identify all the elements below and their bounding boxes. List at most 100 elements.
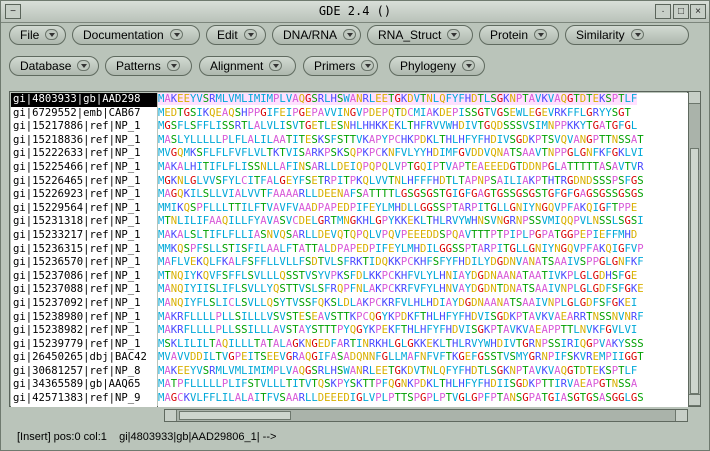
sequence-row[interactable]: MGSFLSFFLISSRTLALVLISVTGETLESNHLHHKKEKLT… bbox=[158, 120, 688, 134]
sequence-row[interactable]: MAKALHITIFLFLISSNLLAFINSARLLDEIQPQPQLVPT… bbox=[158, 161, 688, 175]
horizontal-scroll-thumb[interactable] bbox=[179, 411, 291, 420]
sequence-row[interactable]: MEDTGSIKQEAQSHPPGIFEIPGEPAVVINGVPDEPQTDC… bbox=[158, 107, 688, 121]
maximize-button[interactable]: □ bbox=[673, 4, 689, 19]
scroll-left-arrow-icon[interactable] bbox=[165, 410, 177, 421]
sequence-panel: gi|4803933|gb|AAD298 gi|6729552|emb|CAB67… bbox=[9, 91, 688, 407]
minimize-button[interactable]: · bbox=[655, 4, 671, 19]
title-bar[interactable]: − GDE 2.4 () · □ × bbox=[1, 1, 709, 23]
vertical-scroll-thumb[interactable] bbox=[690, 148, 699, 394]
sequence-name-list[interactable]: gi|4803933|gb|AAD298 gi|6729552|emb|CAB67… bbox=[11, 93, 157, 407]
sequence-name-row[interactable]: gi|15237092|ref|NP_1 bbox=[11, 297, 157, 311]
sequence-row[interactable]: MAKRFLLLLPLLSILLLVSVSTESEAVSTTKPCQGYKPDK… bbox=[158, 311, 688, 325]
sequence-row[interactable]: MTNQIYKQVFSFFLSVLLLQSSTVSYVPKSFDLKKPCKHF… bbox=[158, 270, 688, 284]
sequence-row[interactable]: MAGQKILSLLVIALVVTFAAAARLLDEENAFSATTTTLGS… bbox=[158, 188, 688, 202]
sequence-name-row[interactable]: gi|15238980|ref|NP_1 bbox=[11, 311, 157, 325]
menu-label: Alignment bbox=[210, 59, 264, 73]
dropdown-arrow-icon bbox=[462, 60, 476, 72]
sequence-name-row[interactable]: gi|15236570|ref|NP_1 bbox=[11, 256, 157, 270]
maximize-icon: □ bbox=[677, 6, 685, 17]
dropdown-arrow-icon bbox=[343, 29, 357, 41]
scroll-down-arrow-icon[interactable] bbox=[689, 394, 700, 406]
menu-label: Similarity bbox=[576, 28, 625, 42]
vertical-scrollbar[interactable] bbox=[688, 91, 701, 407]
menu-dna-rna[interactable]: DNA/RNA bbox=[272, 25, 361, 45]
sequence-name-row[interactable]: gi|15238982|ref|NP_1 bbox=[11, 324, 157, 338]
sequence-row[interactable]: MASLYLLLLLPLFLALILAATITESKSFSTTVKAPYPCHK… bbox=[158, 134, 688, 148]
minimize-icon: · bbox=[661, 6, 665, 17]
sequence-row[interactable]: MVAVVDDILTVGPEITSEEVGRAQGIFASADQNNFGLLMA… bbox=[158, 351, 688, 365]
dropdown-arrow-icon bbox=[45, 29, 59, 41]
dropdown-arrow-icon bbox=[169, 29, 183, 41]
sequence-row[interactable]: MMIKQSPFLLLTTILFTVAVFVAADPAPEDPIFEYLMHDL… bbox=[158, 202, 688, 216]
menu-alignment[interactable]: Alignment bbox=[199, 56, 296, 76]
sequence-name-row[interactable]: gi|4803933|gb|AAD298 bbox=[11, 93, 157, 107]
menu-documentation[interactable]: Documentation bbox=[72, 25, 200, 45]
sequence-name-row[interactable]: gi|15236315|ref|NP_1 bbox=[11, 243, 157, 257]
sequence-name-row[interactable]: gi|79350149|ref|NP_1 bbox=[11, 406, 157, 407]
menu-label: Database bbox=[20, 59, 72, 73]
sequence-name-row[interactable]: gi|15229564|ref|NP_1 bbox=[11, 202, 157, 216]
menu-label: Documentation bbox=[83, 28, 164, 42]
dropdown-arrow-icon bbox=[269, 60, 283, 72]
close-icon: × bbox=[695, 6, 701, 17]
sequence-row[interactable]: MATPFLLLLLPLIFSTVLLLTITVTQSKPYSKTTPFQGNK… bbox=[158, 378, 688, 392]
horizontal-scrollbar[interactable] bbox=[164, 409, 688, 422]
dropdown-arrow-icon bbox=[447, 29, 461, 41]
status-bar: [Insert] pos:0 col:1 gi|4803933|gb|AAD29… bbox=[17, 431, 277, 443]
window-title: GDE 2.4 () bbox=[318, 4, 392, 18]
sequence-name-row[interactable]: gi|15226465|ref|NP_1 bbox=[11, 175, 157, 189]
menu-protein[interactable]: Protein bbox=[479, 25, 559, 45]
sequence-row[interactable]: MGKNLGLVVSFYLCITFALGEYFSETRPITPKQLVVTNLH… bbox=[158, 175, 688, 189]
sequence-name-row[interactable]: gi|15217886|ref|NP_1 bbox=[11, 120, 157, 134]
sequence-row[interactable]: MTNLILIFAAQILLFYAVASVCDELGRTMNGKHLGPYKKE… bbox=[158, 215, 688, 229]
sequence-row[interactable]: MLQITNMATPFLLLLLPLIFSTVLLLTITVTQSKPYSKTT… bbox=[158, 406, 688, 407]
sequence-name-row[interactable]: gi|15231318|ref|NP_1 bbox=[11, 215, 157, 229]
sequence-name-row[interactable]: gi|15226923|ref|NP_1 bbox=[11, 188, 157, 202]
sequence-name-row[interactable]: gi|15237086|ref|NP_1 bbox=[11, 270, 157, 284]
dropdown-arrow-icon bbox=[361, 60, 375, 72]
sequence-row[interactable]: MAFLVEKQLFKALFSFFLLVLLFSDTVLSFRKTIDQKKPC… bbox=[158, 256, 688, 270]
sequence-name-row[interactable]: gi|15222633|ref|NP_1 bbox=[11, 147, 157, 161]
sequence-name-row[interactable]: gi|34365589|gb|AAQ65 bbox=[11, 378, 157, 392]
sequence-row[interactable]: MANQIYFLSLICLSVLLQSYTVSSFQKSLDLAKPCKRFVL… bbox=[158, 297, 688, 311]
sequence-name-row[interactable]: gi|6729552|emb|CAB67 bbox=[11, 107, 157, 121]
menu-rna-struct[interactable]: RNA_Struct bbox=[367, 25, 473, 45]
sequence-name-row[interactable]: gi|15237088|ref|NP_1 bbox=[11, 283, 157, 297]
dropdown-arrow-icon bbox=[534, 29, 548, 41]
dropdown-arrow-icon bbox=[243, 29, 257, 41]
dropdown-arrow-icon bbox=[77, 60, 91, 72]
menu-phylogeny[interactable]: Phylogeny bbox=[389, 56, 485, 76]
gde-window: − GDE 2.4 () · □ × File Documentation Edit… bbox=[0, 0, 710, 451]
sequence-row[interactable]: MAKEEYVSRMLVMLIMIMPLVAQGSRLHSWANRLEETGKD… bbox=[158, 93, 688, 107]
sequence-name-row[interactable]: gi|30681257|ref|NP_8 bbox=[11, 365, 157, 379]
sequence-alignment-view[interactable]: MAKEEYVSRMLVMLIMIMPLVAQGSRLHSWANRLEETGKD… bbox=[158, 93, 688, 407]
menu-patterns[interactable]: Patterns bbox=[105, 56, 192, 76]
sequence-row[interactable]: MMKQSPFSLLSTISFILAALFTATTALDPAPEDPIFEYLM… bbox=[158, 243, 688, 257]
sequence-row[interactable]: MSKLILILTAQILLLTATALAGKNGEDFARTINRKHLGLG… bbox=[158, 338, 688, 352]
sequence-row[interactable]: MAKALSLTIFLFLLIASNVQSARLLDEVQTQPQLVPQVPE… bbox=[158, 229, 688, 243]
sequence-name-row[interactable]: gi|26450265|dbj|BAC42 bbox=[11, 351, 157, 365]
sequence-row[interactable]: MAKEEYVSRMLVMLIMIMPLVAQGSRLHSWANRLEETGKD… bbox=[158, 365, 688, 379]
sequence-row[interactable]: MVGQMKSFLFLFVFLVLTKTVISARKPSKSQPKPCKNFVL… bbox=[158, 147, 688, 161]
menu-label: Primers bbox=[314, 59, 356, 73]
sequence-name-row[interactable]: gi|15225466|ref|NP_1 bbox=[11, 161, 157, 175]
menu-similarity[interactable]: Similarity bbox=[565, 25, 689, 45]
sequence-row[interactable]: MANQIYIISLIFLSVLLYQSTTVSLSFRQPFNLAKPCKRF… bbox=[158, 283, 688, 297]
sequence-row[interactable]: MAGCKVLFFLILALAITFVSAARLLDEEEDIGLVPLPTTS… bbox=[158, 392, 688, 406]
scroll-up-arrow-icon[interactable] bbox=[689, 92, 700, 104]
menu-label: Protein bbox=[490, 28, 529, 42]
menu-label: Patterns bbox=[116, 59, 161, 73]
sequence-name-row[interactable]: gi|15233217|ref|NP_1 bbox=[11, 229, 157, 243]
sequence-row[interactable]: MAKRFLLLLPLLSSILLLAVSTAYSTTTPYQGYKPEKFTH… bbox=[158, 324, 688, 338]
dropdown-arrow-icon bbox=[166, 60, 180, 72]
close-button[interactable]: × bbox=[690, 4, 706, 19]
menu-label: RNA_Struct bbox=[378, 28, 442, 42]
sequence-name-row[interactable]: gi|15218836|ref|NP_1 bbox=[11, 134, 157, 148]
menu-primers[interactable]: Primers bbox=[303, 56, 378, 76]
scroll-right-arrow-icon[interactable] bbox=[675, 410, 687, 421]
menu-edit[interactable]: Edit bbox=[206, 25, 266, 45]
sequence-name-row[interactable]: gi|15239779|ref|NP_1 bbox=[11, 338, 157, 352]
sequence-name-row[interactable]: gi|42571383|ref|NP_9 bbox=[11, 392, 157, 406]
menu-database[interactable]: Database bbox=[9, 56, 99, 76]
menu-file[interactable]: File bbox=[9, 25, 66, 45]
